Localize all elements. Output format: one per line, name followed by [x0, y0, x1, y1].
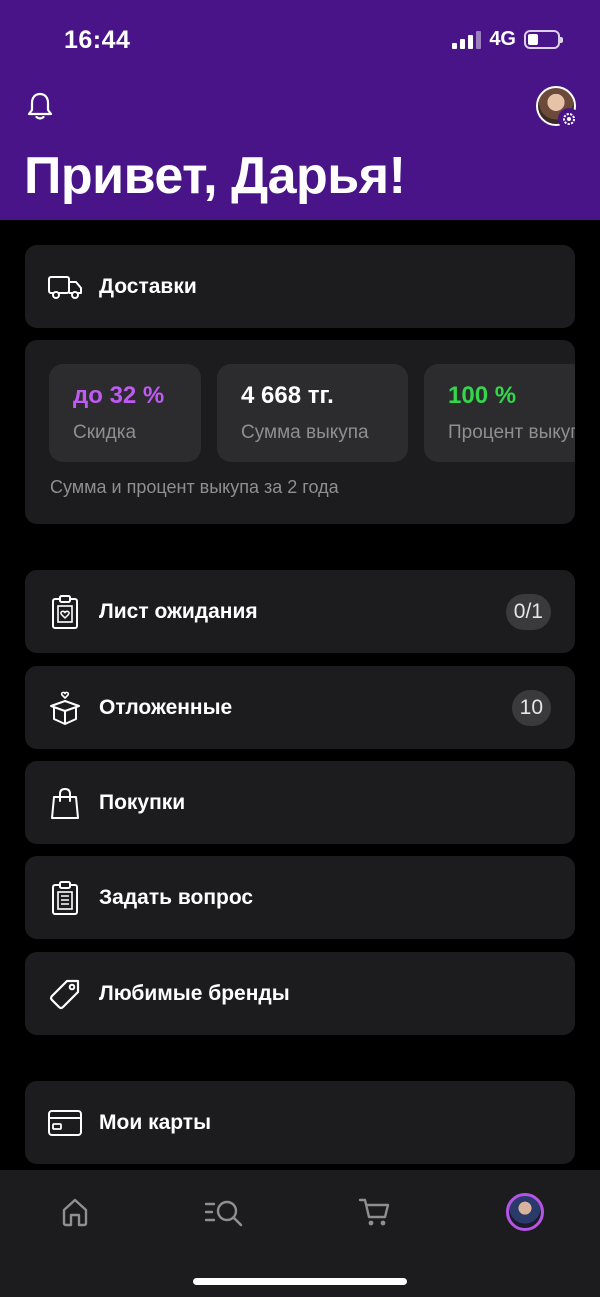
- home-icon: [62, 1198, 88, 1227]
- count-badge: 10: [511, 689, 551, 726]
- stat-tile-sum: 4 668 тг. Сумма выкупа: [217, 364, 408, 462]
- stat-value: 4 668 тг.: [241, 382, 334, 409]
- stat-tiles[interactable]: до 32 % Скидка 4 668 тг. Сумма выкупа 10…: [49, 364, 575, 462]
- profile-avatar: [506, 1193, 544, 1231]
- page-title: Привет, Дарья!: [24, 147, 406, 205]
- tag-icon: [47, 976, 83, 1012]
- tab-home[interactable]: [53, 1190, 97, 1234]
- tab-profile[interactable]: [503, 1190, 547, 1234]
- gift-box-icon: [47, 690, 83, 726]
- stat-caption: Сумма выкупа: [241, 422, 369, 443]
- tab-cart[interactable]: [352, 1190, 396, 1234]
- gear-icon: [558, 108, 580, 130]
- menu-item-waitlist[interactable]: Лист ожидания 0/1: [25, 570, 575, 653]
- count-badge: 0/1: [505, 593, 551, 630]
- credit-card-icon: [47, 1105, 83, 1141]
- menu-item-label: Покупки: [99, 790, 186, 814]
- signal-icon: [452, 30, 482, 49]
- shopping-bag-icon: [47, 785, 83, 821]
- stat-caption: Скидка: [73, 422, 137, 443]
- stat-tile-discount: до 32 % Скидка: [49, 364, 201, 462]
- menu-item-label: Мои карты: [99, 1110, 212, 1134]
- stats-note: Сумма и процент выкупа за 2 года: [50, 477, 339, 497]
- menu-item-label: Отложенные: [99, 695, 233, 719]
- header: 16:44 4G Привет, Дарья!: [0, 0, 600, 220]
- stat-tile-percent: 100 % Процент выкупа: [424, 364, 575, 462]
- profile-avatar-settings[interactable]: [536, 86, 580, 130]
- menu-item-ask-question[interactable]: Задать вопрос: [25, 856, 575, 939]
- clipboard-heart-icon: [47, 594, 83, 630]
- menu-item-saved[interactable]: Отложенные 10: [25, 666, 575, 749]
- stat-value: до 32 %: [73, 382, 165, 409]
- home-indicator: [193, 1278, 407, 1285]
- stat-value: 100 %: [448, 382, 517, 409]
- network-type: 4G: [489, 28, 516, 50]
- menu-item-purchases[interactable]: Покупки: [25, 761, 575, 844]
- truck-icon: [47, 269, 83, 305]
- purchase-stats-card: до 32 % Скидка 4 668 тг. Сумма выкупа 10…: [25, 340, 575, 524]
- bell-icon[interactable]: [24, 90, 56, 122]
- tab-catalog-search[interactable]: [202, 1190, 246, 1234]
- deliveries-label: Доставки: [99, 274, 197, 298]
- clipboard-list-icon: [47, 880, 83, 916]
- cart-icon: [358, 1198, 390, 1226]
- menu-item-label: Лист ожидания: [99, 599, 258, 623]
- stat-caption: Процент выкупа: [448, 422, 575, 443]
- status-time: 16:44: [64, 26, 131, 54]
- menu-item-favorite-brands[interactable]: Любимые бренды: [25, 952, 575, 1035]
- menu-item-label: Задать вопрос: [99, 885, 254, 909]
- deliveries-item[interactable]: Доставки: [25, 245, 575, 328]
- battery-icon: [524, 30, 563, 49]
- menu-item-my-cards[interactable]: Мои карты: [25, 1081, 575, 1164]
- search-icon: [204, 1200, 243, 1227]
- menu-item-label: Любимые бренды: [99, 981, 290, 1005]
- status-indicators: 4G: [452, 28, 563, 51]
